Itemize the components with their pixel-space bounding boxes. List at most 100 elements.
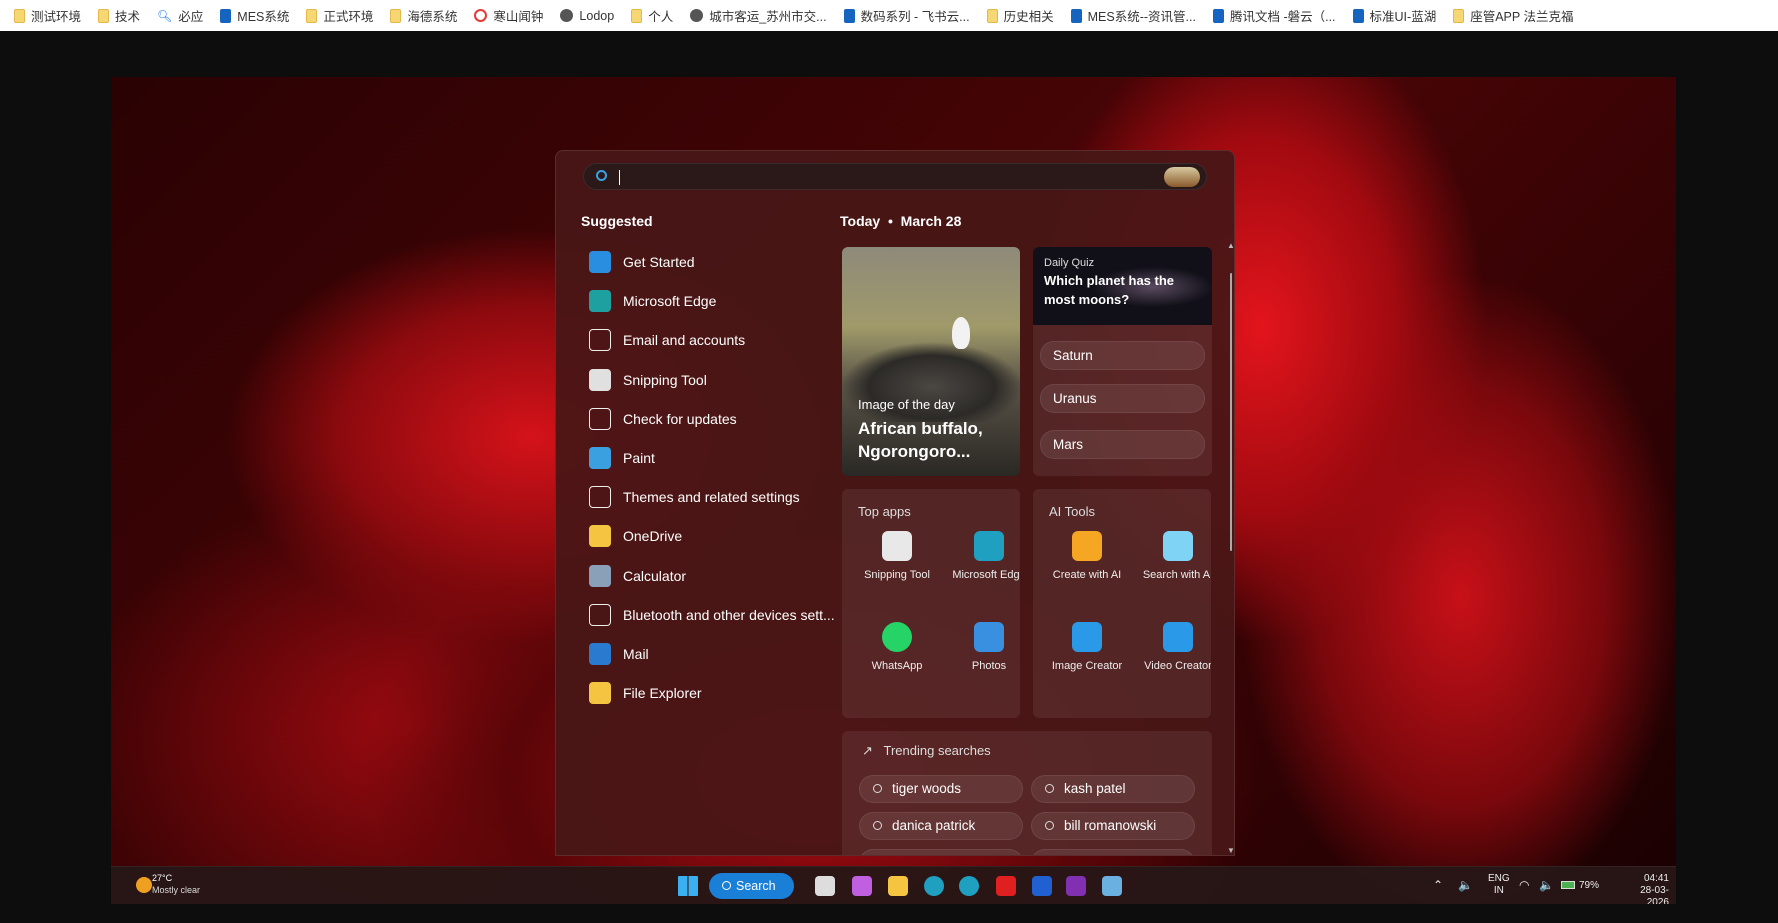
bookmark-label: 历史相关 (1003, 10, 1054, 24)
app-tile[interactable]: Snipping Tool (851, 531, 943, 583)
suggested-item[interactable]: Bluetooth and other devices sett... (581, 597, 835, 633)
speaker-icon[interactable]: 🔈 (1458, 878, 1473, 892)
bookmark-1[interactable]: 技术 (98, 6, 140, 25)
battery-icon[interactable] (1561, 881, 1575, 889)
taskbar-search-button[interactable]: Search (709, 873, 794, 899)
wifi-icon[interactable]: ◠ (1519, 878, 1529, 892)
app-icon (882, 531, 912, 561)
onenote-icon[interactable] (1066, 876, 1086, 896)
suggested-item[interactable]: Themes and related settings (581, 479, 821, 515)
globe-icon (560, 9, 574, 22)
today-date: March 28 (900, 213, 962, 229)
bookmark-3[interactable]: MES系统 (220, 6, 289, 25)
suggested-item[interactable]: Microsoft Edge (581, 283, 821, 319)
suggested-item[interactable]: Email and accounts (581, 322, 821, 358)
file-explorer-icon[interactable] (888, 876, 908, 896)
bookmark-label: 寒山闻钟 (493, 10, 544, 24)
bookmark-9[interactable]: 城市客运_苏州市交... (690, 6, 827, 25)
suggested-item[interactable]: Mail (581, 636, 821, 672)
app-tile[interactable]: Image Creator (1041, 622, 1133, 674)
bookmark-label: 个人 (648, 10, 674, 24)
bookmark-0[interactable]: 测试环境 (14, 6, 81, 25)
bookmark-2[interactable]: 🔍︎ 必应 (157, 6, 203, 25)
app-label: Video Creator (1144, 660, 1211, 672)
edge-icon[interactable] (924, 876, 944, 896)
image-of-the-day-card[interactable]: Image of the day African buffalo, Ngoron… (842, 247, 1020, 476)
trending-search-chip[interactable]: tiger woods (859, 775, 1023, 803)
bookmark-13[interactable]: 腾讯文档 -磐云（... (1212, 6, 1336, 25)
bookmark-7[interactable]: Lodop (560, 9, 614, 23)
app-tile[interactable]: Video Creator (1132, 622, 1211, 674)
taskbar: 27°C Mostly clear Search ⌃ 🔈 ENG IN ◠ 🔈 7… (111, 866, 1676, 904)
app-icon (589, 486, 611, 509)
app-icon (220, 8, 232, 23)
bookmark-15[interactable]: 座管APP 法兰克福 (1453, 6, 1573, 25)
bookmark-10[interactable]: 数码系列 - 飞书云... (843, 6, 970, 25)
app-tile[interactable]: Create with AI (1041, 531, 1133, 583)
app-tile[interactable]: Photos (943, 622, 1020, 674)
suggested-item[interactable]: Check for updates (581, 401, 821, 437)
quiz-option[interactable]: Saturn (1040, 341, 1205, 370)
suggested-heading: Suggested (581, 213, 653, 229)
suggested-item[interactable]: Get Started (581, 244, 821, 280)
search-input[interactable] (622, 166, 1162, 188)
scrollbar[interactable]: ▲ ▼ (1226, 241, 1234, 855)
suggested-item-label: Calculator (623, 567, 687, 584)
app-tile[interactable]: Search with AI (1132, 531, 1211, 583)
quiz-option[interactable]: Uranus (1040, 384, 1205, 413)
app-icon (589, 251, 611, 273)
task-view-icon[interactable] (815, 876, 835, 896)
trending-search-chip[interactable]: bill romanowski (1031, 812, 1195, 840)
bookmark-6[interactable]: 寒山闻钟 (474, 6, 543, 25)
copilot-icon[interactable] (852, 876, 872, 896)
bookmark-4[interactable]: 正式环境 (306, 6, 373, 25)
folder-icon (986, 8, 998, 23)
clock[interactable]: 04:41 28-03-2026 (1621, 873, 1669, 904)
bing-daily-image-icon[interactable] (1164, 167, 1200, 187)
trending-search-chip[interactable]: danica patrick (859, 812, 1023, 840)
bookmark-14[interactable]: 标准UI-蓝湖 (1352, 6, 1436, 25)
suggested-item[interactable]: OneDrive (581, 518, 821, 554)
youtube-icon[interactable] (996, 876, 1016, 896)
chip-label: tiger woods (892, 781, 962, 796)
bookmark-11[interactable]: 历史相关 (986, 6, 1054, 25)
notepad-icon[interactable] (1102, 876, 1122, 896)
trending-search-chip[interactable] (1031, 849, 1195, 855)
language-indicator[interactable]: ENG IN (1488, 873, 1510, 897)
volume-icon[interactable]: 🔈 (1539, 878, 1554, 892)
suggested-item-label: OneDrive (623, 528, 683, 545)
suggested-item[interactable]: Paint (581, 440, 821, 476)
bookmarks-bar: 测试环境 技术 🔍︎ 必应 MES系统 正式环境 海德系统 寒山闻钟 Lodop 个人 城市客运_苏… (0, 0, 1778, 31)
text-caret (619, 170, 620, 185)
suggested-item[interactable]: Snipping Tool (581, 362, 821, 398)
search-icon (873, 821, 882, 830)
bookmark-12[interactable]: MES系统--资讯管... (1070, 6, 1196, 25)
start-windows-icon[interactable] (678, 876, 698, 896)
power-automate-icon[interactable] (1032, 876, 1052, 896)
app-tile[interactable]: Microsoft Edge (943, 531, 1020, 583)
scroll-up-arrow-icon[interactable]: ▲ (1227, 241, 1234, 250)
app-tile[interactable]: WhatsApp (851, 622, 943, 674)
weather-condition: Mostly clear (152, 885, 201, 895)
show-hidden-icons-chevron-icon[interactable]: ⌃ (1433, 878, 1443, 892)
bookmark-8[interactable]: 个人 (631, 6, 673, 25)
search-box[interactable] (583, 163, 1207, 190)
trending-search-chip[interactable]: kash patel (1031, 775, 1195, 803)
suggested-item-label: Get Started (623, 254, 695, 270)
bookmark-label: 城市客运_苏州市交... (709, 10, 827, 24)
app-icon (589, 564, 611, 587)
suggested-item-label: Bluetooth and other devices sett... (623, 606, 835, 623)
trending-search-chip[interactable] (859, 849, 1023, 855)
edge-beta-icon[interactable] (959, 876, 979, 896)
suggested-item[interactable]: Calculator (581, 558, 821, 594)
scroll-down-arrow-icon[interactable]: ▼ (1227, 846, 1234, 855)
app-icon (589, 603, 611, 626)
egret-image (952, 317, 970, 349)
bookmark-5[interactable]: 海德系统 (390, 6, 457, 25)
quiz-label: Daily Quiz (1044, 257, 1095, 269)
trending-searches-card: ↗ Trending searches tiger woods kash pate… (842, 731, 1212, 855)
scrollbar-thumb[interactable] (1230, 273, 1232, 551)
quiz-option[interactable]: Mars (1040, 430, 1205, 459)
suggested-item[interactable]: File Explorer (581, 675, 821, 711)
bookmark-label: 技术 (115, 10, 141, 24)
